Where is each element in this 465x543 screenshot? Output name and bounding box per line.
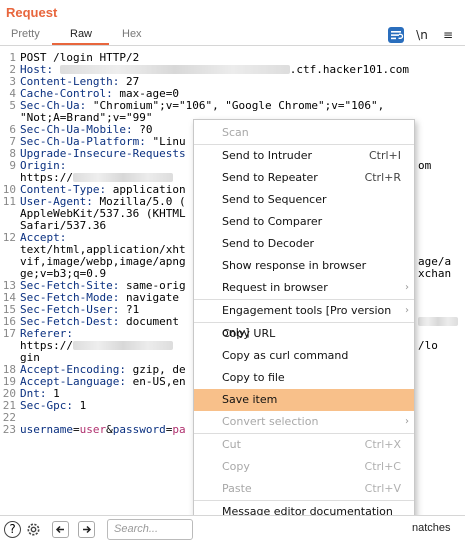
code-token: user: [79, 423, 107, 436]
menu-item-send-to-decoder[interactable]: Send to Decoder: [194, 233, 414, 255]
tab-raw[interactable]: Raw: [70, 28, 92, 40]
shortcut-hint: Ctrl+C: [364, 460, 401, 473]
menu-item-scan: Scan: [194, 122, 414, 144]
hamburger-menu-icon[interactable]: ≡: [440, 27, 456, 43]
code-token: =: [72, 423, 80, 436]
menu-item-label: Cut: [222, 438, 241, 451]
menu-item-label: Copy: [222, 460, 250, 473]
line-number: 12: [2, 231, 16, 244]
code-token: pa: [172, 423, 186, 436]
menu-item-label: Send to Intruder: [222, 149, 313, 162]
code-line-tail: /lo: [418, 340, 438, 352]
menu-item-send-to-intruder[interactable]: Send to Intruder Ctrl+I: [194, 145, 414, 167]
code-token: username: [20, 423, 73, 436]
tab-pretty[interactable]: Pretty: [11, 28, 40, 40]
shortcut-hint: Ctrl+R: [364, 171, 401, 184]
search-input[interactable]: Search...: [107, 519, 193, 540]
menu-item-label: Convert selection: [222, 415, 319, 428]
shortcut-hint: Ctrl+X: [364, 438, 401, 451]
menu-item-label: Copy as curl command: [222, 349, 349, 362]
code-line: Sec-Gpc: 1: [20, 400, 86, 412]
code-line-tail: om: [418, 160, 431, 172]
shortcut-hint: Ctrl+V: [364, 482, 401, 495]
menu-item-label: Send to Repeater: [222, 171, 318, 184]
show-newlines-button[interactable]: \n: [414, 27, 430, 43]
menu-item-send-to-sequencer[interactable]: Send to Sequencer: [194, 189, 414, 211]
code-token: &: [106, 423, 113, 436]
submenu-chevron-icon: ›: [405, 282, 409, 293]
code-token: xchan: [418, 267, 452, 280]
next-match-arrow-icon[interactable]: [78, 521, 95, 538]
menu-item-save-item[interactable]: Save item: [194, 389, 414, 411]
word-wrap-icon[interactable]: [388, 27, 404, 43]
code-token: Sec-Gpc:: [20, 399, 73, 412]
redacted-text: [418, 317, 458, 326]
menu-item-engagement-tools-pro-version-only[interactable]: Engagement tools [Pro version only] ›: [194, 300, 414, 339]
code-token: .ctf.hacker101.com: [289, 63, 409, 76]
code-line-tail: xchan: [418, 268, 451, 280]
help-icon[interactable]: ?: [4, 521, 21, 538]
previous-match-arrow-icon[interactable]: [52, 521, 69, 538]
submenu-chevron-icon: ›: [405, 305, 409, 316]
matches-count-label: natches: [412, 522, 451, 534]
menu-item-paste: Paste Ctrl+V: [194, 478, 414, 500]
menu-item-copy: Copy Ctrl+C: [194, 456, 414, 478]
menu-item-label: Show response in browser: [222, 259, 367, 272]
menu-item-copy-to-file[interactable]: Copy to file: [194, 367, 414, 389]
redacted-text: [59, 65, 290, 74]
code-token: om: [418, 159, 432, 172]
menu-item-convert-selection: Convert selection ›: [194, 411, 414, 433]
code-line-tail: [418, 316, 458, 328]
redacted-text: [72, 341, 173, 350]
shortcut-hint: Ctrl+I: [368, 149, 401, 162]
line-number: 11: [2, 195, 16, 208]
menu-item-cut: Cut Ctrl+X: [194, 434, 414, 456]
panel-title: Request: [6, 5, 58, 20]
code-line: username=user&password=pa: [20, 424, 186, 436]
code-token: document: [119, 315, 179, 328]
code-token: 1: [72, 399, 87, 412]
menu-item-label: Paste: [222, 482, 252, 495]
active-tab-indicator: [52, 43, 109, 45]
menu-item-send-to-repeater[interactable]: Send to Repeater Ctrl+R: [194, 167, 414, 189]
menu-item-label: Request in browser: [222, 281, 328, 294]
code-line: https://: [20, 340, 173, 352]
menu-item-label: Send to Comparer: [222, 215, 323, 228]
submenu-chevron-icon: ›: [405, 416, 409, 427]
redacted-text: [72, 173, 173, 182]
code-token: en-US,en: [125, 375, 186, 388]
context-menu: Scan Send to Intruder Ctrl+I Send to Repeat…: [193, 119, 415, 543]
line-number: 17: [2, 327, 16, 340]
code-token: /lo: [418, 339, 438, 352]
line-number: 9: [9, 159, 16, 172]
menu-item-copy-url[interactable]: Copy URL: [194, 323, 414, 345]
settings-gear-icon[interactable]: [25, 521, 42, 538]
menu-item-send-to-comparer[interactable]: Send to Comparer: [194, 211, 414, 233]
menu-item-label: Send to Sequencer: [222, 193, 327, 206]
menu-item-label: Scan: [222, 126, 249, 139]
line-number: 23: [2, 423, 16, 436]
menu-item-label: Save item: [222, 393, 278, 406]
tab-hex[interactable]: Hex: [122, 28, 142, 40]
menu-item-show-response-in-browser[interactable]: Show response in browser: [194, 255, 414, 277]
code-token: password: [112, 423, 166, 436]
menu-item-label: Copy to file: [222, 371, 285, 384]
menu-item-copy-as-curl-command[interactable]: Copy as curl command: [194, 345, 414, 367]
menu-item-label: Copy URL: [222, 327, 276, 340]
bottom-bar: ? Search... natches: [0, 515, 465, 543]
menu-item-request-in-browser[interactable]: Request in browser ›: [194, 277, 414, 299]
line-number: 5: [9, 99, 16, 112]
menu-item-label: Send to Decoder: [222, 237, 315, 250]
